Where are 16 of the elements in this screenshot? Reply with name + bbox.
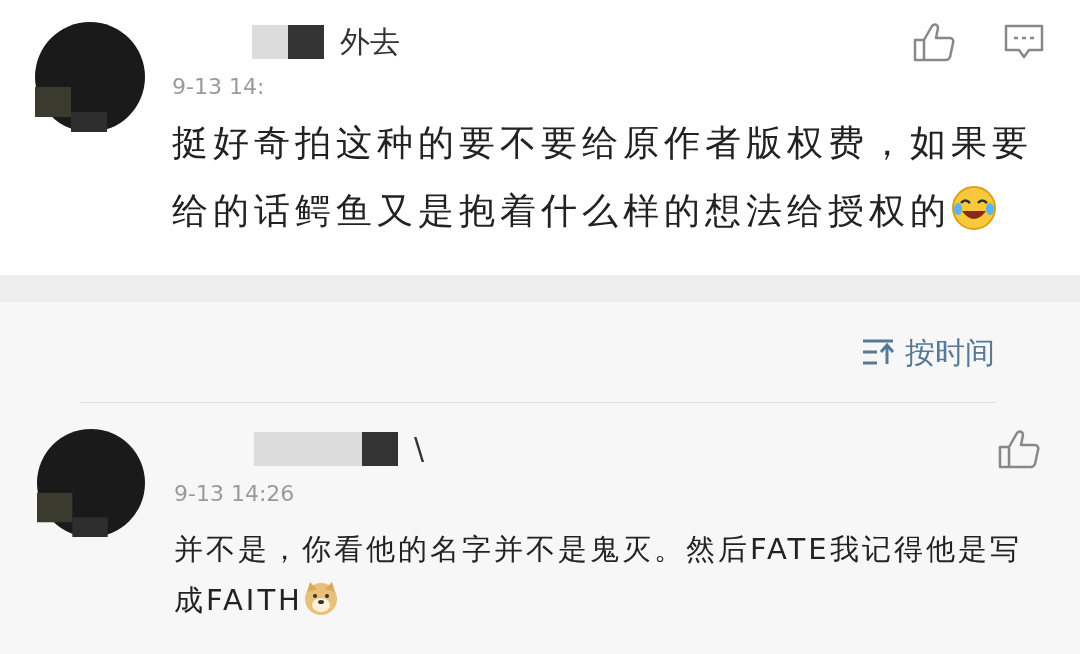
- user-name[interactable]: \: [414, 434, 425, 464]
- thumbs-up-icon[interactable]: [913, 22, 955, 62]
- user-name[interactable]: 外去: [340, 27, 400, 57]
- avatar-icon: [35, 22, 145, 132]
- comment-text: 挺好奇拍这种的要不要给原作者版权费，如果要给的话鳄鱼又是抱着什么样的想法给授权的: [172, 121, 1034, 233]
- comment-time: 9-13 14:: [172, 74, 265, 99]
- avatar-icon: [37, 429, 145, 537]
- name-redaction: [288, 25, 324, 59]
- comment-text: 并不是，你看他的名字并不是鬼灭。然后FATE我记得他是写成FAITH: [174, 531, 1023, 619]
- thumbs-up-icon[interactable]: [998, 429, 1040, 469]
- comment-time: 9-13 14:26: [174, 481, 295, 506]
- sort-button[interactable]: 按时间: [861, 329, 995, 375]
- laughing-emoji-icon: [951, 185, 997, 231]
- name-redaction: [252, 25, 288, 59]
- sort-icon: [861, 338, 897, 366]
- dog-emoji-icon: [302, 580, 339, 616]
